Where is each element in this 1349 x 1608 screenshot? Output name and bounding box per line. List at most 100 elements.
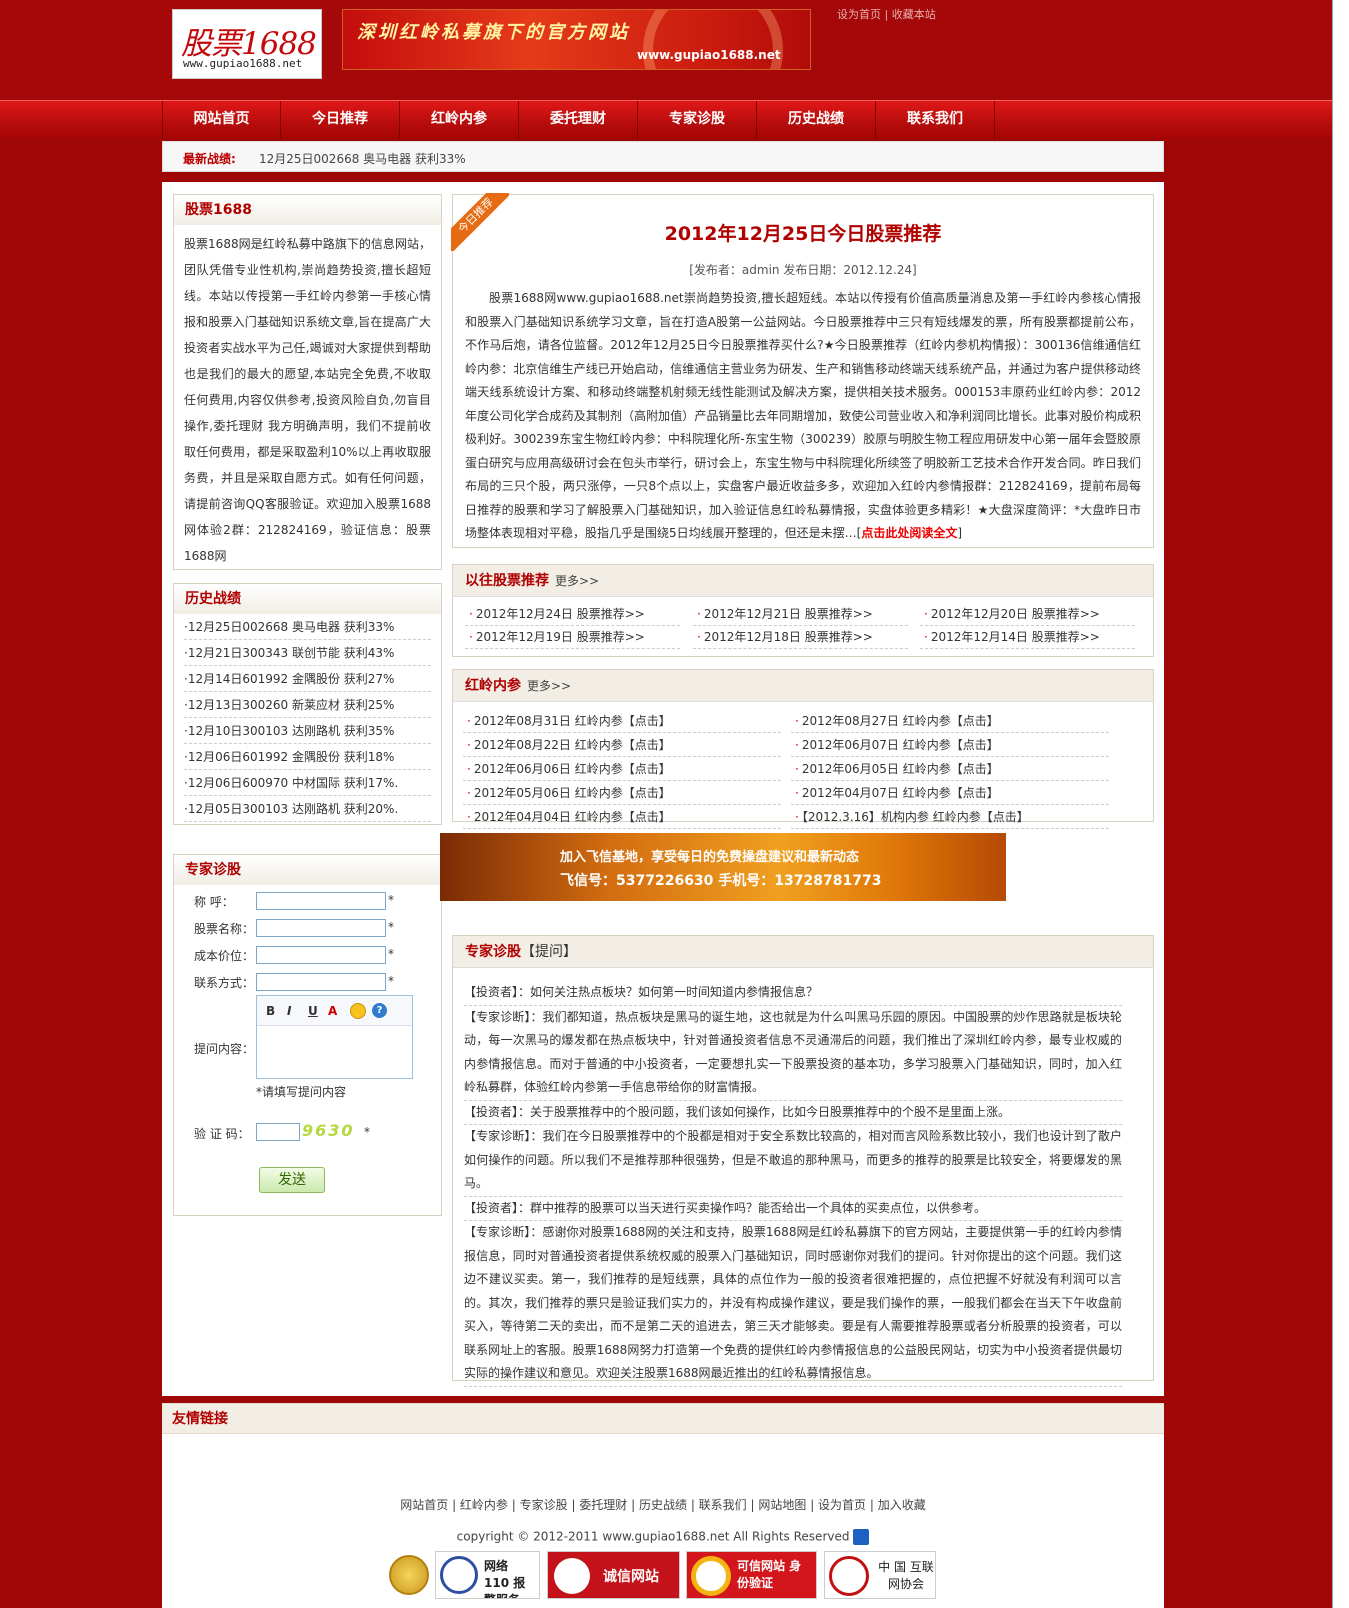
window-edge — [1332, 0, 1349, 1608]
nav-history[interactable]: 历史战绩 — [757, 101, 876, 139]
bookmark-link[interactable]: 收藏本站 — [892, 8, 936, 21]
credit-site-badge[interactable]: 诚信网站 — [547, 1551, 680, 1599]
qa-question: 【投资者】：如何关注热点板块？如何第一时间知道内参情报信息？ — [464, 981, 1122, 1006]
history-item[interactable]: ·12月25日002668 奥马电器 获利33% — [184, 614, 431, 640]
neican-item[interactable]: · 2012年04月04日 红岭内参【点击】 — [463, 806, 781, 829]
footer-link[interactable]: 委托理财 — [579, 1498, 627, 1512]
history-item[interactable]: ·12月14日601992 金隅股份 获利27% — [184, 666, 431, 692]
copyright-text: copyright © 2012-2011 www.gupiao1688.net… — [456, 1529, 850, 1544]
neican-item[interactable]: · 【2012.3.16】机构内参 红岭内参【点击】 — [791, 806, 1109, 829]
history-item[interactable]: ·12月10日300103 达刚路机 获利35% — [184, 718, 431, 744]
article-title[interactable]: 2012年12月25日今日股票推荐 — [453, 219, 1153, 246]
qa-tag: 【提问】 — [521, 944, 577, 960]
site-logo[interactable]: 股票1688 www.gupiao1688.net — [172, 9, 322, 79]
bold-button[interactable]: B — [266, 1004, 275, 1018]
history-item[interactable]: ·12月05日300103 达刚路机 获利20%. — [184, 796, 431, 822]
footer-link[interactable]: 红岭内参 — [460, 1498, 508, 1512]
past-item[interactable]: · 2012年12月18日 股票推荐>> — [693, 626, 908, 649]
intro-title: 股票1688 — [174, 195, 441, 225]
past-item[interactable]: · 2012年12月20日 股票推荐>> — [920, 603, 1135, 626]
question-label: 提问内容： — [194, 1042, 255, 1056]
nav-today[interactable]: 今日推荐 — [281, 101, 400, 139]
question-editor[interactable]: B I U A ? — [256, 995, 413, 1079]
qa-question: 【投资者】：关于股票推荐中的个股问题，我们该如何操作，比如今日股票推荐中的个股不… — [464, 1101, 1122, 1125]
help-icon[interactable]: ? — [372, 1003, 387, 1018]
past-item[interactable]: · 2012年12月14日 股票推荐>> — [920, 626, 1135, 649]
footer-link[interactable]: 网站地图 — [758, 1498, 806, 1512]
cyber-police-badge[interactable]: 网络 110 报警服务 — [435, 1551, 540, 1599]
separator: | — [884, 8, 889, 21]
past-item[interactable]: · 2012年12月19日 股票推荐>> — [465, 626, 680, 649]
font-color-button[interactable]: A — [328, 1004, 337, 1018]
fetion-ad-banner[interactable]: 加入飞信基地，享受每日的免费操盘建议和最新动态 飞信号：5377226630 手… — [440, 833, 1006, 901]
past-item[interactable]: · 2012年12月21日 股票推荐>> — [693, 603, 908, 626]
editor-toolbar: B I U A ? — [257, 996, 412, 1026]
badge-label: 可信网站 身份验证 — [737, 1559, 802, 1590]
stats-icon[interactable] — [853, 1529, 870, 1545]
underline-button[interactable]: U — [308, 1004, 318, 1018]
badge-label: 诚信网站 — [603, 1569, 659, 1585]
neican-item[interactable]: · 2012年08月31日 红岭内参【点击】 — [463, 710, 781, 733]
header-banner: 深圳红岭私募旗下的官方网站 www.gupiao1688.net — [342, 9, 811, 70]
question-hint: *请填写提问内容 — [256, 1085, 347, 1099]
nav-diagnosis[interactable]: 专家诊股 — [638, 101, 757, 139]
nav-home[interactable]: 网站首页 — [162, 101, 281, 139]
nav-neican[interactable]: 红岭内参 — [400, 101, 519, 139]
neican-item[interactable]: · 2012年08月22日 红岭内参【点击】 — [463, 734, 781, 757]
contact-input[interactable] — [256, 973, 386, 991]
footer-link[interactable]: 专家诊股 — [520, 1498, 568, 1512]
trusted-site-badge[interactable]: 可信网站 身份验证 — [686, 1551, 817, 1599]
footer-link[interactable]: 设为首页 — [818, 1498, 866, 1512]
police-emblem-icon[interactable] — [384, 1551, 434, 1599]
neican-item[interactable]: · 2012年04月07日 红岭内参【点击】 — [791, 782, 1109, 805]
footer-link[interactable]: 历史战绩 — [639, 1498, 687, 1512]
past-more-link[interactable]: 更多>> — [555, 574, 599, 588]
stock-label: 股票名称： — [194, 922, 255, 936]
emoji-icon[interactable] — [350, 1003, 366, 1019]
history-item[interactable]: ·12月06日601992 金隅股份 获利18% — [184, 744, 431, 770]
neican-item[interactable]: · 2012年06月07日 红岭内参【点击】 — [791, 734, 1109, 757]
neican-item[interactable]: · 2012年06月06日 红岭内参【点击】 — [463, 758, 781, 781]
footer-link[interactable]: 加入收藏 — [878, 1498, 926, 1512]
history-item[interactable]: ·12月21日300343 联创节能 获利43% — [184, 640, 431, 666]
badge-label: 网络 110 报警服务 — [484, 1559, 526, 1598]
read-more-link[interactable]: 点击此处阅读全文 — [861, 526, 957, 540]
captcha-input[interactable] — [256, 1123, 300, 1141]
nav-finance[interactable]: 委托理财 — [519, 101, 638, 139]
submit-button[interactable]: 发送 — [259, 1167, 325, 1193]
footer-link[interactable]: 网站首页 — [400, 1498, 448, 1512]
footer-link[interactable]: 联系我们 — [699, 1498, 747, 1512]
cost-label: 成本价位： — [194, 949, 255, 963]
intro-text: 股票1688网是红岭私募中路旗下的信息网站，团队凭借专业性机构,崇尚趋势投资,擅… — [184, 237, 431, 563]
history-item[interactable]: ·12月06日600970 中材国际 获利17%. — [184, 770, 431, 796]
contact-label: 联系方式： — [194, 976, 255, 990]
past-item[interactable]: · 2012年12月24日 股票推荐>> — [465, 603, 680, 626]
history-item[interactable]: ·12月13日300260 新莱应材 获利25% — [184, 692, 431, 718]
qa-question: 【投资者】：群中推荐的股票可以当天进行买卖操作吗？能否给出一个具体的买卖点位，以… — [464, 1197, 1122, 1221]
page: 股票1688 www.gupiao1688.net 深圳红岭私募旗下的官方网站 … — [0, 0, 1349, 1608]
internet-society-badge[interactable]: 中 国 互联网协会 — [824, 1551, 936, 1599]
neican-header: 红岭内参 更多>> — [453, 670, 1153, 702]
neican-box: 红岭内参 更多>> · 2012年08月31日 红岭内参【点击】 · 2012年08月… — [452, 669, 1154, 829]
neican-item[interactable]: · 2012年06月05日 红岭内参【点击】 — [791, 758, 1109, 781]
neican-item[interactable]: · 2012年05月06日 红岭内参【点击】 — [463, 782, 781, 805]
name-input[interactable] — [256, 892, 386, 910]
past-box: 以往股票推荐 更多>> · 2012年12月24日 股票推荐>> · 2012年12月… — [452, 564, 1154, 657]
main-nav: 网站首页 今日推荐 红岭内参 委托理财 专家诊股 历史战绩 联系我们 — [0, 100, 1332, 139]
footer-nav: 网站首页 | 红岭内参 | 专家诊股 | 委托理财 | 历史战绩 | 联系我们 … — [400, 1498, 926, 1512]
logo-url: www.gupiao1688.net — [183, 57, 303, 70]
neican-item[interactable]: · 2012年08月27日 红岭内参【点击】 — [791, 710, 1109, 733]
neican-more-link[interactable]: 更多>> — [527, 679, 571, 693]
stock-input[interactable] — [256, 919, 386, 937]
ad-line2: 飞信号：5377226630 手机号：13728781773 — [560, 873, 882, 889]
past-title: 以往股票推荐 — [465, 573, 549, 589]
set-home-link[interactable]: 设为首页 — [837, 8, 881, 21]
nav-contact[interactable]: 联系我们 — [876, 101, 995, 139]
cost-input[interactable] — [256, 946, 386, 964]
news-text[interactable]: 12月25日002668 奥马电器 获利33% — [259, 150, 466, 167]
captcha-image[interactable]: 9630 — [302, 1121, 355, 1140]
italic-button[interactable]: I — [287, 1004, 291, 1018]
news-label: 最新战绩: — [183, 152, 236, 166]
qa-answer: 【专家诊断】：我们都知道，热点板块是黑马的诞生地，这也就是为什么叫黑马乐园的原因… — [464, 1006, 1122, 1101]
article-box: 今日推荐 2012年12月25日今日股票推荐 [发布者：admin 发布日期：2… — [451, 193, 1154, 548]
